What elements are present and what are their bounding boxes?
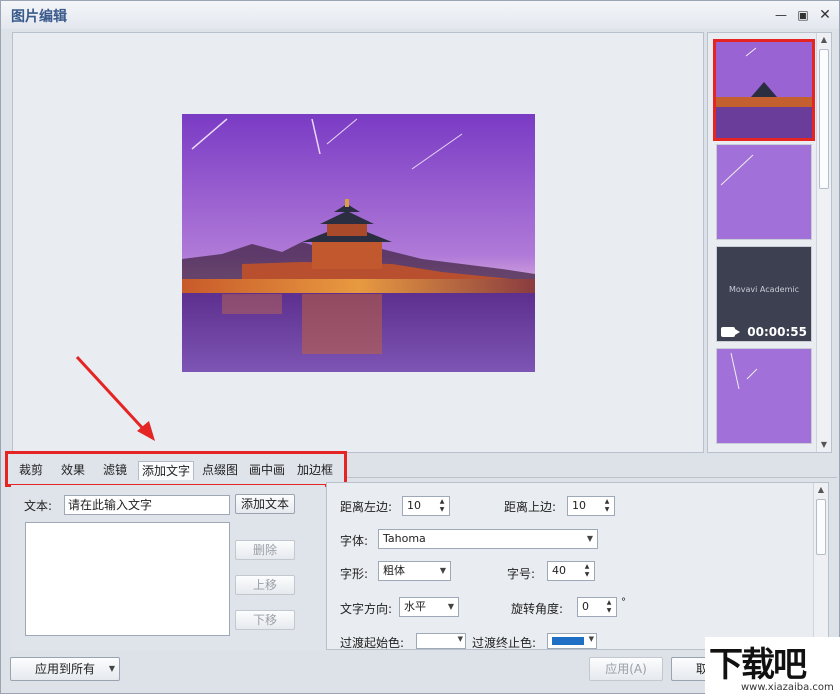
close-icon[interactable]: ✕ xyxy=(817,7,833,23)
window-title: 图片编辑 xyxy=(11,6,67,26)
text-listbox[interactable] xyxy=(25,522,230,636)
style-label: 字形: xyxy=(340,565,368,582)
gradient-end-label: 过渡终止色: xyxy=(472,634,536,650)
direction-label: 文字方向: xyxy=(340,600,392,617)
tab-filters[interactable]: 滤镜 xyxy=(103,461,127,480)
watermark-big-text: 下载吧 xyxy=(709,637,805,686)
gradient-start-label: 过渡起始色: xyxy=(340,634,404,650)
size-spinner[interactable]: 40 ▲▼ xyxy=(547,561,595,581)
font-value: Tahoma xyxy=(383,532,426,545)
scroll-up-icon[interactable]: ▲ xyxy=(817,33,831,47)
top-distance-label: 距离上边: xyxy=(504,498,556,515)
tab-picture-in-picture[interactable]: 画中画 xyxy=(249,461,285,480)
move-up-button[interactable]: 上移 xyxy=(235,575,295,595)
tab-effects[interactable]: 效果 xyxy=(61,461,85,480)
direction-select[interactable]: 水平 ▼ xyxy=(399,597,459,617)
left-distance-value: 10 xyxy=(407,499,421,512)
chevron-down-icon: ▼ xyxy=(587,530,593,548)
thumbnail-list: Movavi Academic 00:00:55 ▲ ▼ xyxy=(707,32,832,453)
spinner-arrows-icon[interactable]: ▲▼ xyxy=(437,498,447,514)
gradient-start-swatch xyxy=(421,637,453,645)
chevron-down-icon: ▼ xyxy=(109,658,115,680)
apply-to-all-label: 应用到所有 xyxy=(35,662,95,676)
preview-image xyxy=(182,114,535,372)
top-distance-value: 10 xyxy=(572,499,586,512)
chevron-down-icon: ▼ xyxy=(448,598,454,616)
size-label: 字号: xyxy=(507,565,535,582)
top-distance-spinner[interactable]: 10 ▲▼ xyxy=(567,496,615,516)
scroll-down-icon[interactable]: ▼ xyxy=(817,438,831,452)
gradient-end-color-picker[interactable]: ▼ xyxy=(547,633,597,649)
thumbnail-video-item[interactable]: Movavi Academic 00:00:55 xyxy=(716,246,812,342)
video-duration: 00:00:55 xyxy=(747,325,807,339)
watermark-url: www.xiazaiba.com xyxy=(741,682,834,693)
left-distance-spinner[interactable]: 10 ▲▼ xyxy=(402,496,450,516)
delete-button[interactable]: 删除 xyxy=(235,540,295,560)
text-list-panel: 文本: 请在此输入文字 添加文本 删除 上移 下移 xyxy=(11,485,325,651)
text-label: 文本: xyxy=(24,497,52,514)
video-title-text: Movavi Academic xyxy=(729,285,799,294)
title-bar: 图片编辑 — ▣ ✕ xyxy=(1,1,839,29)
spinner-arrows-icon[interactable]: ▲▼ xyxy=(582,563,592,579)
gradient-start-color-picker[interactable]: ▼ xyxy=(416,633,466,649)
properties-scrollbar[interactable]: ▲ ▼ xyxy=(813,483,828,649)
move-down-button[interactable]: 下移 xyxy=(235,610,295,630)
gradient-end-swatch xyxy=(552,637,584,645)
spinner-arrows-icon[interactable]: ▲▼ xyxy=(602,498,612,514)
rotation-spinner[interactable]: 0 ▲▼ xyxy=(577,597,617,617)
edit-tabs: 裁剪 效果 滤镜 添加文字 点缀图 画中画 加边框 xyxy=(5,451,347,487)
image-edit-window: 图片编辑 — ▣ ✕ xyxy=(0,0,840,694)
direction-value: 水平 xyxy=(404,600,426,613)
thumbnail-item[interactable] xyxy=(713,39,815,141)
thumbnail-item[interactable] xyxy=(716,144,812,240)
chevron-down-icon: ▼ xyxy=(589,635,594,643)
left-distance-label: 距离左边: xyxy=(340,498,392,515)
watermark-logo: 下载吧 www.xiazaiba.com xyxy=(705,637,840,694)
tab-decoration[interactable]: 点缀图 xyxy=(202,461,238,480)
apply-button[interactable]: 应用(A) xyxy=(589,657,663,681)
tab-add-border[interactable]: 加边框 xyxy=(297,461,333,480)
video-camera-icon xyxy=(721,327,735,337)
rotation-label: 旋转角度: xyxy=(511,600,563,617)
text-input[interactable]: 请在此输入文字 xyxy=(64,495,230,515)
text-properties-panel: 距离左边: 10 ▲▼ 距离上边: 10 ▲▼ 字体: Tahoma ▼ 字形:… xyxy=(326,482,829,650)
rotation-unit: ° xyxy=(621,597,626,608)
size-value: 40 xyxy=(552,564,566,577)
spinner-arrows-icon[interactable]: ▲▼ xyxy=(604,599,614,615)
tab-divider xyxy=(347,477,837,478)
maximize-icon[interactable]: ▣ xyxy=(795,7,811,23)
tab-add-text[interactable]: 添加文字 xyxy=(138,461,194,480)
chevron-down-icon: ▼ xyxy=(440,562,446,580)
add-text-button[interactable]: 添加文本 xyxy=(235,494,295,514)
scroll-thumb[interactable] xyxy=(819,49,829,189)
style-select[interactable]: 粗体 ▼ xyxy=(378,561,451,581)
chevron-down-icon: ▼ xyxy=(458,635,463,643)
apply-to-all-button[interactable]: 应用到所有 ▼ xyxy=(10,657,120,681)
tab-crop[interactable]: 裁剪 xyxy=(19,461,43,480)
rotation-value: 0 xyxy=(582,600,589,613)
annotation-arrow-icon xyxy=(71,351,161,446)
font-label: 字体: xyxy=(340,532,368,549)
scroll-up-icon[interactable]: ▲ xyxy=(814,483,828,497)
font-select[interactable]: Tahoma ▼ xyxy=(378,529,598,549)
scroll-thumb[interactable] xyxy=(816,499,826,555)
minimize-icon[interactable]: — xyxy=(773,7,789,23)
style-value: 粗体 xyxy=(383,564,405,577)
thumbnail-item[interactable] xyxy=(716,348,812,444)
thumbnail-scrollbar[interactable]: ▲ ▼ xyxy=(816,33,831,452)
